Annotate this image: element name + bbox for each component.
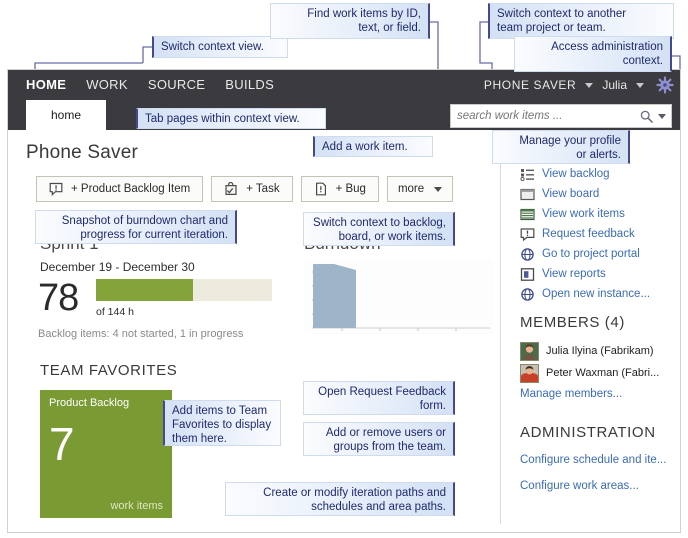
view-reports-label: View reports: [542, 268, 606, 280]
sprint-progress-bar: [96, 279, 272, 301]
sprint-hours-remaining: 78: [38, 277, 79, 319]
callout-switch-backlog-board: Switch context to backlog, board, or wor…: [303, 212, 455, 246]
view-backlog-label: View backlog: [542, 168, 610, 180]
callout-access-administration: Access administration context.: [514, 36, 672, 72]
manage-members-link[interactable]: Manage members...: [520, 388, 622, 400]
project-chevron-down-icon[interactable]: [585, 82, 594, 88]
add-bug-label: + Bug: [335, 183, 366, 195]
more-work-items-button[interactable]: more: [386, 176, 454, 202]
nav-item-source[interactable]: SOURCE: [138, 70, 215, 100]
burndown-chart[interactable]: [304, 258, 494, 334]
search-icon[interactable]: [640, 110, 653, 123]
sidebar-item-request-feedback[interactable]: Request feedback: [520, 224, 680, 244]
tab-home[interactable]: home: [26, 100, 106, 130]
search-box[interactable]: [450, 104, 672, 128]
sidebar-item-view-backlog[interactable]: View backlog: [520, 164, 680, 184]
go-to-project-portal-label: Go to project portal: [542, 248, 640, 260]
team-favorite-tile[interactable]: Product Backlog 7 work items: [40, 390, 172, 518]
callout-open-request-feedback: Open Request Feedback form.: [303, 381, 455, 415]
add-product-backlog-item-button[interactable]: + Product Backlog Item: [36, 176, 204, 202]
callout-tab-pages: Tab pages within context view.: [136, 108, 326, 129]
nav-item-home[interactable]: HOME: [16, 70, 76, 100]
sprint-dates: December 19 - December 30: [40, 260, 195, 274]
report-icon: [520, 267, 535, 281]
board-icon: [520, 188, 535, 200]
view-board-label: View board: [542, 188, 600, 200]
configure-schedule-link[interactable]: Configure schedule and ite...: [520, 454, 666, 466]
top-right-controls: PHONE SAVER Julia: [484, 70, 674, 100]
nav-item-work[interactable]: WORK: [76, 70, 138, 100]
portal-icon: [521, 247, 534, 261]
search-input[interactable]: [451, 110, 640, 122]
search-box-icons: [640, 110, 671, 123]
team-favorites-title: TEAM FAVORITES: [40, 362, 178, 379]
add-product-backlog-item-label: + Product Backlog Item: [71, 183, 191, 195]
add-task-button[interactable]: + Task: [211, 176, 293, 202]
tile-count: 7: [49, 418, 75, 470]
view-work-items-label: View work items: [542, 208, 625, 220]
configure-work-areas-link[interactable]: Configure work areas...: [520, 480, 639, 492]
more-label: more: [397, 183, 425, 195]
work-item-button-bar: + Product Backlog Item + Task + Bug more: [36, 176, 454, 202]
user-menu-label[interactable]: Julia: [602, 78, 627, 92]
callout-switch-context-view: Switch context view.: [152, 36, 288, 58]
tab-strip: home: [8, 100, 680, 130]
request-feedback-label: Request feedback: [542, 228, 635, 240]
callout-create-iteration-paths: Create or modify iteration paths and sch…: [225, 482, 455, 516]
portal-icon-2: [521, 287, 534, 301]
callout-add-team-favorites: Add items to Team Favorites to display t…: [163, 400, 281, 446]
callout-add-work-item: Add a work item.: [313, 136, 433, 157]
bug-icon: [315, 182, 326, 196]
add-task-label: + Task: [246, 183, 280, 195]
top-navigation-bar: HOME WORK SOURCE BUILDS PHONE SAVER Juli…: [8, 70, 680, 100]
members-list: Julia Ilyina (Fabrikam) Peter Waxman (Fa…: [520, 340, 680, 384]
backlog-item-icon: [49, 182, 63, 196]
callout-manage-profile: Manage your profile or alerts.: [492, 130, 630, 164]
sprint-backlog-status: Backlog items: 4 not started, 1 in progr…: [38, 328, 244, 340]
grid-icon: [520, 208, 535, 220]
tile-label: Product Backlog: [49, 397, 130, 409]
main-content-column: Phone Saver + Product Backlog Item + Tas…: [8, 130, 500, 532]
sprint-progress-fill: [96, 279, 193, 301]
feedback-icon: [520, 227, 535, 241]
sidebar-item-go-to-project-portal[interactable]: Go to project portal: [520, 244, 680, 264]
sprint-hours-total: of 144 h: [96, 306, 134, 318]
avatar-peter: [520, 363, 539, 383]
callout-burndown-snapshot: Snapshot of burndown chart and progress …: [35, 210, 237, 244]
task-icon: [225, 182, 237, 196]
callout-switch-team-project: Switch context to another team project o…: [488, 3, 674, 39]
burndown-chart-svg: [312, 264, 490, 331]
callout-add-remove-users: Add or remove users or groups from the t…: [303, 422, 455, 456]
member-row-peter[interactable]: Peter Waxman (Fabri...: [520, 362, 680, 384]
member-row-julia[interactable]: Julia Ilyina (Fabrikam): [520, 340, 680, 362]
sidebar-item-open-new-instance[interactable]: Open new instance...: [520, 284, 680, 304]
nav-item-builds[interactable]: BUILDS: [215, 70, 284, 100]
sidebar-item-view-board[interactable]: View board: [520, 184, 680, 204]
callout-find-work-items: Find work items by ID, text, or field.: [270, 3, 430, 39]
backlog-list-icon: [520, 168, 534, 181]
members-title: MEMBERS (4): [520, 314, 625, 331]
sidebar: ACTIVITIES View backlog: [508, 130, 680, 532]
sidebar-item-view-work-items[interactable]: View work items: [520, 204, 680, 224]
column-divider: [500, 138, 501, 524]
project-selector-label[interactable]: PHONE SAVER: [484, 78, 576, 92]
administration-title: ADMINISTRATION: [520, 424, 656, 441]
member-name-julia: Julia Ilyina (Fabrikam): [546, 345, 654, 357]
primary-nav: HOME WORK SOURCE BUILDS: [16, 70, 284, 100]
page-title: Phone Saver: [26, 142, 139, 163]
more-chevron-down-icon[interactable]: [434, 186, 443, 192]
screenshot-root: HOME WORK SOURCE BUILDS PHONE SAVER Juli…: [0, 0, 688, 538]
gear-icon[interactable]: [656, 76, 674, 94]
member-name-peter: Peter Waxman (Fabri...: [546, 367, 660, 379]
sidebar-item-view-reports[interactable]: View reports: [520, 264, 680, 284]
open-new-instance-label: Open new instance...: [542, 288, 651, 300]
user-chevron-down-icon[interactable]: [636, 82, 644, 88]
add-bug-button[interactable]: + Bug: [300, 176, 379, 202]
tile-footer: work items: [110, 500, 163, 512]
activities-list: View backlog View board View work items …: [520, 164, 680, 304]
page-body: Phone Saver + Product Backlog Item + Tas…: [8, 130, 680, 532]
avatar-julia: [520, 341, 539, 361]
search-chevron-down-icon[interactable]: [658, 113, 666, 119]
